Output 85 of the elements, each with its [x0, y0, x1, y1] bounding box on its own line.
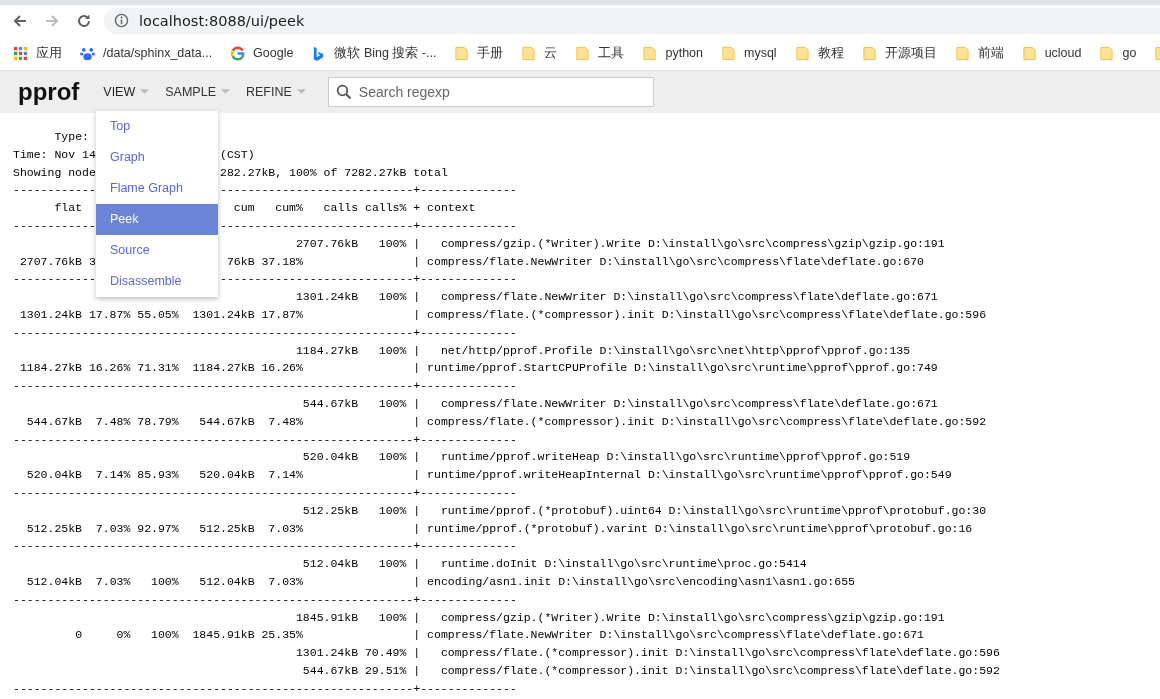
- report-line: 544.67kB 29.51% | compress/flate.(*compressor).init D:\install\go\src\compress\flate\deflate.go:592: [302, 663, 1000, 677]
- address-bar[interactable]: localhost:8088/ui/peek: [104, 7, 1160, 34]
- folder-icon: [642, 45, 658, 61]
- report-line: ----------------------------------------------------------+--------------: [13, 485, 517, 499]
- google-g-icon: [230, 45, 246, 61]
- bookmark[interactable]: 开源项目: [852, 44, 946, 62]
- bookmark[interactable]: 前端: [945, 44, 1013, 62]
- report-line: ----------------------------------------------------------+--------------: [13, 432, 517, 446]
- report-line: ----------------------------------------------------------+--------------: [13, 592, 517, 606]
- report-line: ----------------------------+--------------: [220, 183, 517, 197]
- folder-icon: [521, 45, 537, 61]
- report-line: ----------------------------------------------------------+--------------: [13, 681, 517, 695]
- folder-icon: [861, 45, 877, 61]
- bookmark[interactable]: mysql: [712, 45, 786, 61]
- folder-icon: [954, 45, 970, 61]
- bookmark[interactable]: go: [1090, 45, 1146, 61]
- bookmark[interactable]: 应用: [4, 44, 71, 62]
- menu-item[interactable]: Top: [96, 111, 218, 142]
- report-line: 520.04kB 7.14% 85.93% 520.04kB 7.14% | runtime/pprof.writeHeapInternal D:\install\go\src\runtime\pprof\pprof.go:549: [26, 468, 952, 482]
- menu-button[interactable]: SAMPLE: [157, 79, 238, 105]
- report-line: ------------: [13, 183, 96, 197]
- report-line: (CST): [220, 147, 255, 161]
- apps-grid-icon: [13, 45, 28, 61]
- bookmark[interactable]: 工具: [566, 44, 634, 62]
- report-line: 1184.27kB 16.26% 71.31% 1184.27kB 16.26% | runtime/pprof.StartCPUProfile D:\install\go\src\runtime\pprof\pprof.go:749: [19, 361, 938, 375]
- report-line: ----------------------------------------------------------+--------------: [13, 325, 517, 339]
- report-line: 2707.76kB 100% | compress/gzip.(*Writer).Write D:\install\go\src\compress\gzip\gzip.go:191: [295, 236, 945, 250]
- report-line: 520.04kB 100% | runtime/pprof.writeHeap D:\install\go\src\runtime\pprof\pprof.go:519: [302, 450, 911, 464]
- folder-icon: [794, 45, 810, 61]
- report-line: Time: Nov 14: [13, 147, 96, 161]
- caret-icon: [296, 89, 306, 95]
- caret-icon: [140, 89, 150, 95]
- menu-button[interactable]: REFINE: [238, 79, 314, 105]
- report-line: ------------: [13, 272, 96, 286]
- report-line: 1301.24kB 100% | compress/flate.NewWriter D:\install\go\src\compress\flate\deflate.go:671: [295, 290, 938, 304]
- report-line: 2707.76kB 3: [19, 254, 96, 268]
- report-line: ----------------------------------------------------------+--------------: [13, 379, 517, 393]
- bookmark[interactable]: Google: [221, 45, 303, 61]
- menu-item[interactable]: Graph: [96, 142, 218, 173]
- info-icon: [114, 13, 129, 28]
- report-line: 1845.91kB 100% | compress/gzip.(*Writer).Write D:\install\go\src\compress\gzip\gzip.go:191: [295, 610, 945, 624]
- folder-icon: [575, 45, 591, 61]
- folder-icon: [454, 45, 470, 61]
- bookmark[interactable]: 云: [512, 44, 567, 62]
- menu-item[interactable]: Disassemble: [96, 266, 218, 297]
- report-line: 1301.24kB 17.87% 55.05% 1301.24kB 17.87% | compress/flate.(*compressor).init D:\install\go\src\compress\flate\deflate.go:596: [19, 307, 987, 321]
- report-line: 512.04kB 100% | runtime.doInit D:\install\go\src\runtime\proc.go:5414: [302, 557, 807, 571]
- bookmark[interactable]: ucloud: [1012, 45, 1091, 61]
- bookmark[interactable]: /data/sphinx_data...: [71, 45, 222, 61]
- app-title: pprof: [18, 78, 80, 106]
- folder-icon: [721, 45, 736, 61]
- back-icon[interactable]: [12, 12, 28, 29]
- report-line: 512.25kB 100% | runtime/pprof.(*protobuf).uint64 D:\install\go\src\runtime\pprof\protobuf.go:30: [302, 503, 987, 517]
- bookmark[interactable]: 手册: [445, 44, 513, 62]
- report-line: 76kB 37.18% | compress/flate.NewWriter D:\install\go\src\compress\flate\deflate.go:670: [226, 254, 924, 268]
- caret-icon: [221, 89, 230, 95]
- menu-item[interactable]: Flame Graph: [96, 173, 218, 204]
- report-line: ----------------------------+--------------: [220, 219, 517, 232]
- report-line: Type:: [54, 130, 89, 143]
- report-line: ----------------------------+--------------: [220, 272, 517, 286]
- bookmark[interactable]: python: [633, 45, 712, 61]
- search-icon: [335, 84, 352, 100]
- report-line: 282.27kB, 100% of 7282.27kB total: [220, 165, 448, 179]
- menu-item[interactable]: Peek: [96, 204, 218, 235]
- folder-icon: [1021, 45, 1037, 61]
- report-line: 1301.24kB 70.49% | compress/flate.(*compressor).init D:\install\go\src\compress\flate\deflate.go:596: [295, 646, 1000, 660]
- bookmark[interactable]: 微软 Bing 搜索 -...: [302, 44, 446, 62]
- report-line: 512.04kB 7.03% 100% 512.04kB 7.03% | encoding/asn1.init D:\install\go\src\encoding\asn1\asn1.go:655: [26, 574, 855, 588]
- menu-button[interactable]: VIEW: [95, 79, 158, 105]
- report-line: 512.25kB 7.03% 92.97% 512.25kB 7.03% | runtime/pprof.(*protobuf).varint D:\install\go\src\runtime\pprof\protobuf.go:16: [26, 521, 973, 535]
- menu-item[interactable]: Source: [96, 235, 218, 266]
- bookmark[interactable]: 教程: [785, 44, 853, 62]
- search-field[interactable]: Search regexp: [327, 77, 654, 107]
- report-line: cum cum% calls calls% + context: [233, 201, 476, 215]
- reload-icon[interactable]: [76, 12, 92, 29]
- folder-icon: [1099, 45, 1115, 61]
- report-line: 1184.27kB 100% | net/http/pprof.Profile D:\install\go\src\net\http\pprof\pprof.go:135: [295, 343, 911, 357]
- report-line: Showing node: [13, 165, 96, 179]
- report-line: ------------: [13, 219, 96, 232]
- report-line: 544.67kB 100% | compress/flate.NewWriter D:\install\go\src\compress\flate\deflate.go:671: [302, 396, 938, 410]
- report-line: 544.67kB 7.48% 78.79% 544.67kB 7.48% | compress/flate.(*compressor).init D:\install\go\src\compress\flate\deflate.go:592: [26, 414, 987, 428]
- report-line: 0 0% 100% 1845.91kB 25.35% | compress/flate.NewWriter D:\install\go\src\compress\flate\deflate.go:671: [75, 628, 924, 642]
- paw-icon: [80, 45, 95, 61]
- report-line: flat: [54, 201, 83, 215]
- report-line: ----------------------------------------------------------+--------------: [13, 539, 517, 553]
